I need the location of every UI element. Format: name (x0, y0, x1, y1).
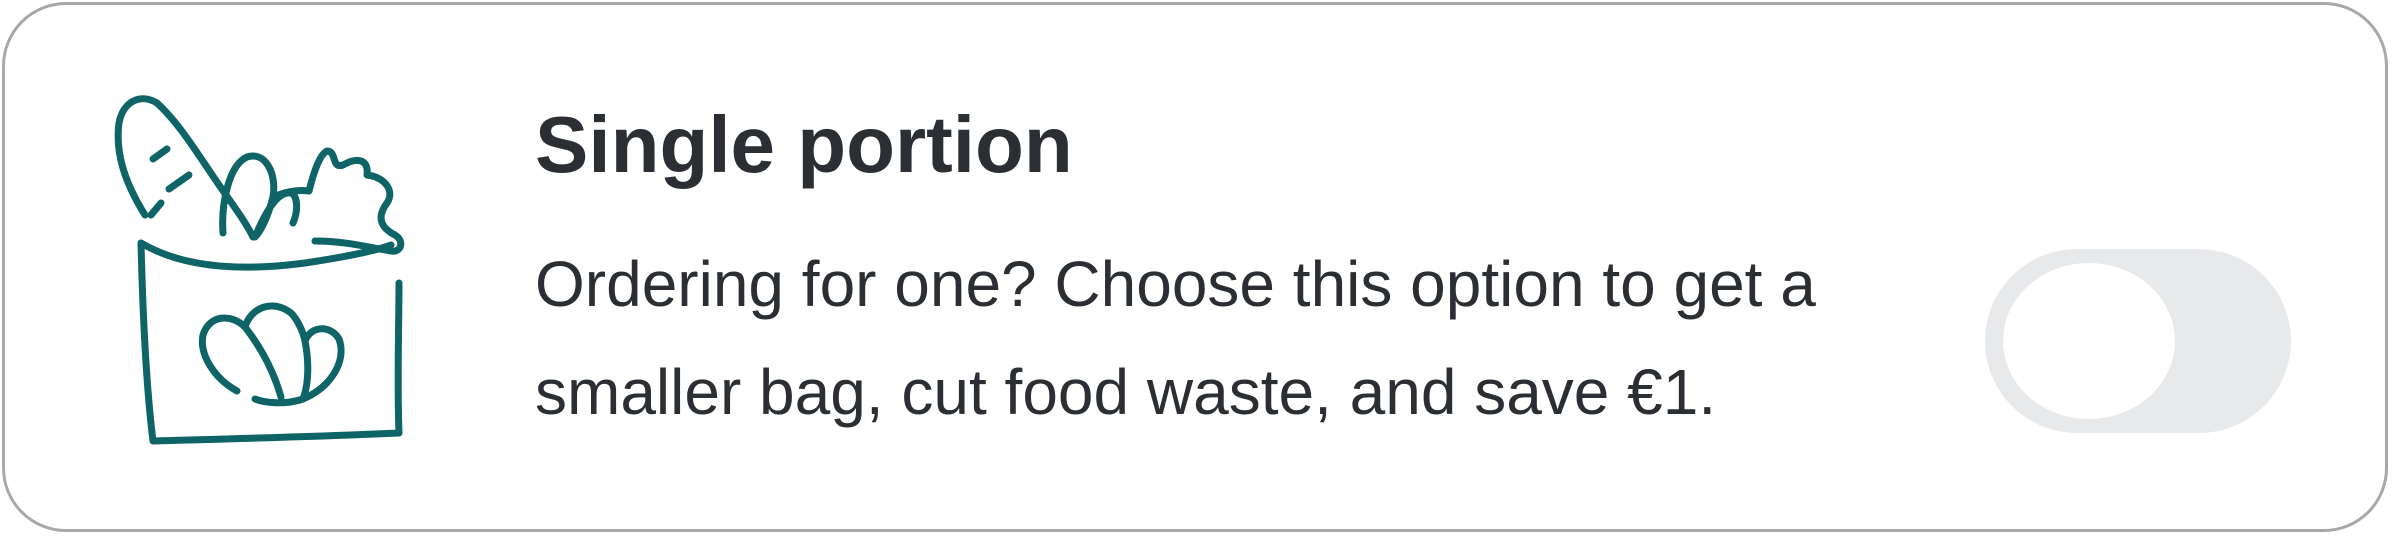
option-title: Single portion (535, 100, 1073, 189)
single-portion-toggle[interactable] (1985, 249, 2291, 433)
single-portion-option-card: Single portion Ordering for one? Choose … (2, 2, 2388, 532)
toggle-knob (2003, 263, 2175, 419)
grocery-bag-icon (105, 93, 425, 463)
option-description: Ordering for one? Choose this option to … (535, 248, 1816, 428)
